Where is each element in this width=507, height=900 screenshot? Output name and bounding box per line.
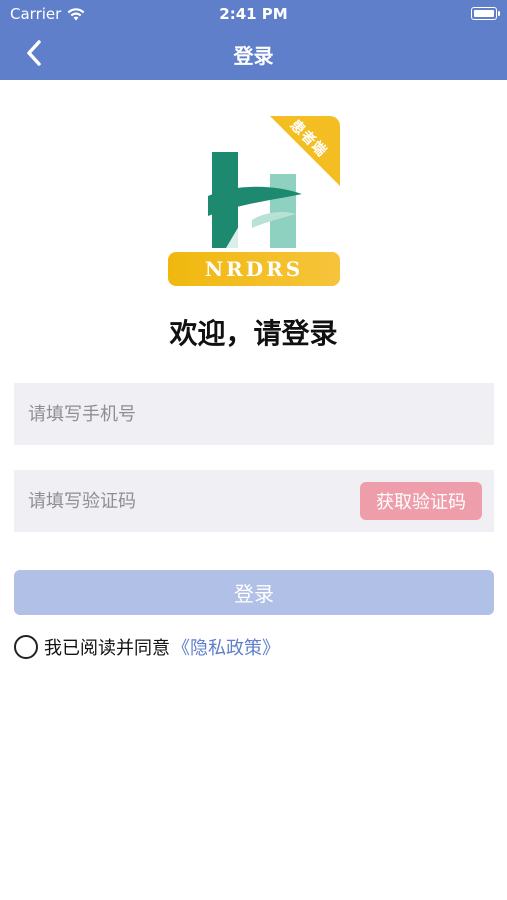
login-button[interactable]: 登录 <box>14 570 494 615</box>
patient-badge: 患者端 <box>270 116 340 186</box>
battery-icon <box>471 7 500 20</box>
phone-input[interactable] <box>28 403 348 425</box>
navigation-bar: Carrier 2:41 PM 登录 <box>0 0 507 80</box>
page-title: 登录 <box>233 44 274 68</box>
agreement-row: 我已阅读并同意 《隐私政策》 <box>14 634 280 660</box>
app-logo: 患者端 NRDRS <box>168 116 340 286</box>
logo-banner: NRDRS <box>168 252 340 286</box>
welcome-heading: 欢迎，请登录 <box>169 317 338 350</box>
phone-field <box>14 383 494 445</box>
code-field: 获取验证码 <box>14 470 494 532</box>
status-time: 2:41 PM <box>219 5 288 23</box>
verification-code-input[interactable] <box>28 490 348 512</box>
agree-radio-button[interactable] <box>14 635 38 659</box>
status-bar: Carrier 2:41 PM <box>0 0 507 28</box>
get-code-button[interactable]: 获取验证码 <box>360 482 482 520</box>
agreement-text: 我已阅读并同意 <box>44 638 170 659</box>
privacy-policy-link[interactable]: 《隐私政策》 <box>172 634 280 660</box>
